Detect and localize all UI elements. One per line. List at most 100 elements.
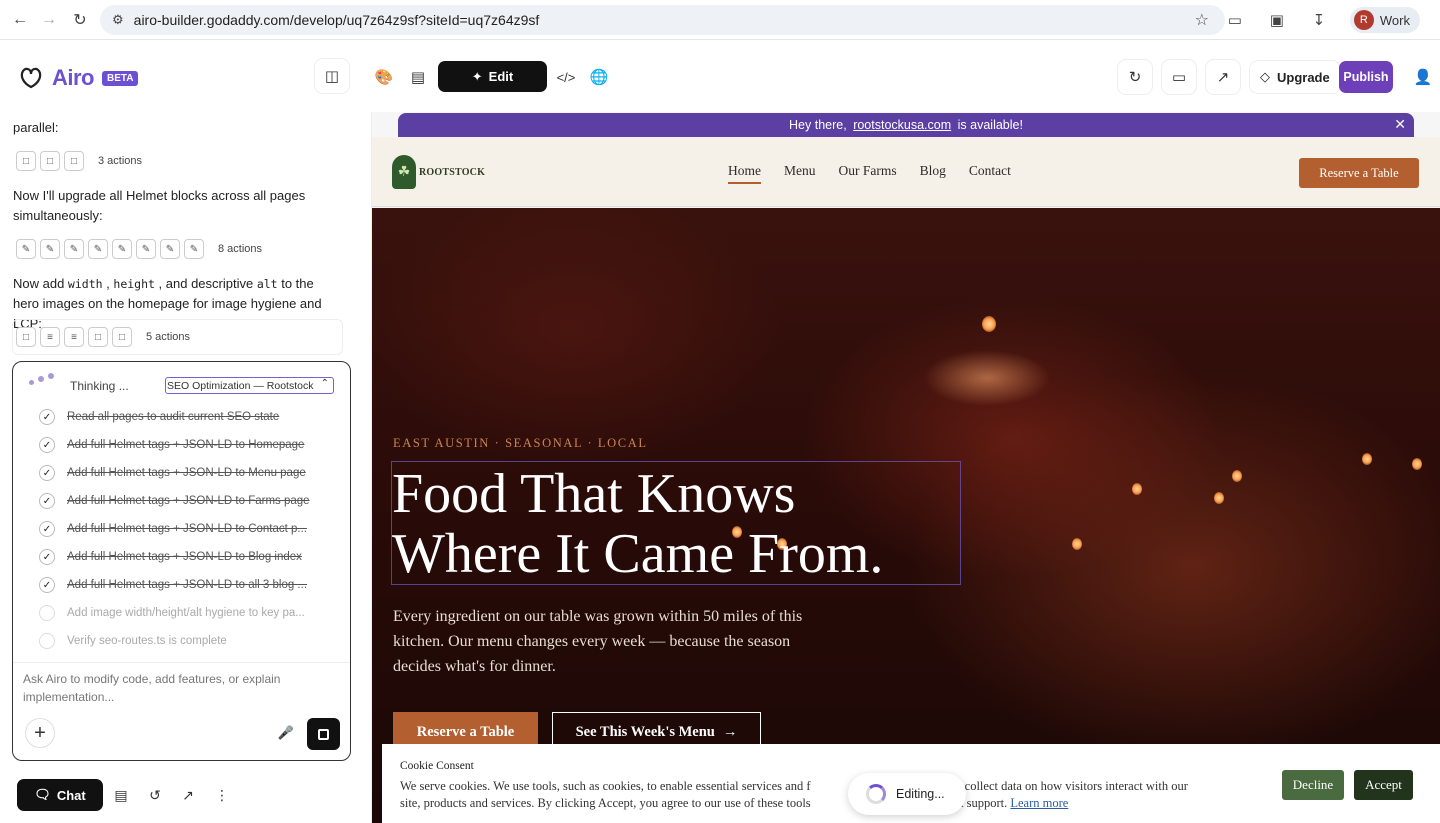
editing-status: Editing... bbox=[848, 773, 966, 815]
browser-toolbar: ← → ↻ ⚙ airo-builder.godaddy.com/develop… bbox=[0, 0, 1440, 40]
task-item: ✓ Add full Helmet tags + JSON-LD to Homep… bbox=[39, 437, 304, 453]
chat-icon: 🗨 bbox=[34, 787, 51, 802]
refresh-preview-icon[interactable]: ↻ bbox=[1118, 60, 1152, 94]
profile-label: Work bbox=[1379, 12, 1410, 28]
rootstock-logo[interactable]: ☘ ROOTSTOCK bbox=[392, 155, 485, 189]
hero-subtitle: Every ingredient on our table was grown … bbox=[393, 608, 803, 675]
hero-title[interactable]: Food That Knows Where It Came From. bbox=[392, 464, 883, 584]
file-icon: □ bbox=[64, 151, 84, 171]
check-icon: ✓ bbox=[39, 493, 55, 509]
publish-button[interactable]: Publish bbox=[1339, 61, 1393, 93]
analytics-icon[interactable]: ↗ bbox=[176, 783, 200, 807]
site-navbar: ☘ ROOTSTOCK Home Menu Our Farms Blog Con… bbox=[372, 137, 1440, 207]
pencil-icon: ✎ bbox=[40, 239, 60, 259]
check-icon: ✓ bbox=[39, 521, 55, 537]
action-group[interactable]: □ □ □ 3 actions bbox=[16, 151, 142, 171]
file-icon: □ bbox=[112, 327, 132, 347]
candle-glow bbox=[1232, 470, 1242, 482]
task-item: Verify seo-routes.ts is complete bbox=[39, 633, 227, 649]
pencil-icon: ✎ bbox=[136, 239, 156, 259]
sprout-icon: ☘ bbox=[392, 155, 416, 189]
action-count: 5 actions bbox=[146, 331, 191, 343]
decline-button[interactable]: Decline bbox=[1282, 770, 1344, 800]
action-group[interactable]: □ ≡ ≡ □ □ 5 actions bbox=[16, 327, 190, 347]
desktop-view-icon[interactable]: ▭ bbox=[1162, 60, 1196, 94]
brand-name: Airo bbox=[52, 65, 95, 90]
domain-link[interactable]: rootstockusa.com bbox=[853, 118, 951, 132]
check-icon: ✓ bbox=[39, 549, 55, 565]
action-group[interactable]: ✎ ✎ ✎ ✎ ✎ ✎ ✎ ✎ 8 actions bbox=[16, 239, 262, 259]
file-search-icon: ≡ bbox=[40, 327, 60, 347]
stop-button[interactable] bbox=[307, 718, 340, 750]
extensions-icon[interactable]: ▭ bbox=[1224, 11, 1246, 29]
pending-circle-icon bbox=[39, 605, 55, 621]
pending-circle-icon bbox=[39, 633, 55, 649]
download-icon[interactable]: ↧ bbox=[1308, 11, 1330, 29]
task-list-select[interactable]: SEO Optimization — Rootstock ⌃ bbox=[165, 377, 334, 394]
stop-icon bbox=[318, 728, 329, 740]
upgrade-button[interactable]: ◇ Upgrade bbox=[1250, 61, 1340, 93]
profile-chip[interactable]: R Work bbox=[1349, 7, 1420, 33]
accept-button[interactable]: Accept bbox=[1354, 770, 1413, 800]
file-icon: □ bbox=[16, 327, 36, 347]
microphone-icon[interactable]: 🎤 bbox=[275, 722, 297, 744]
cookie-text: We serve cookies. We use tools, such as … bbox=[400, 779, 1188, 810]
chat-panel: parallel: □ □ □ 3 actions Now I'll upgra… bbox=[0, 112, 370, 823]
thinking-label: Thinking ... bbox=[70, 379, 129, 393]
chat-tab[interactable]: 🗨 Chat bbox=[17, 779, 103, 811]
site-info-icon[interactable]: ⚙ bbox=[112, 12, 124, 28]
back-icon[interactable]: ← bbox=[5, 5, 35, 35]
chat-input[interactable]: Ask Airo to modify code, add features, o… bbox=[23, 670, 323, 706]
reserve-table-button[interactable]: Reserve a Table bbox=[1299, 158, 1419, 188]
bottom-toolbar: 🗨 Chat ▤ ↺ ↗ ⋮ bbox=[0, 776, 370, 823]
action-count: 3 actions bbox=[98, 155, 143, 167]
file-icon: □ bbox=[16, 151, 36, 171]
hero-eyebrow: EAST AUSTIN · SEASONAL · LOCAL bbox=[393, 436, 648, 450]
close-icon[interactable]: ✕ bbox=[1394, 116, 1406, 133]
globe-icon[interactable]: 🌐 bbox=[583, 61, 615, 93]
edit-button[interactable]: ✦ Edit bbox=[438, 61, 547, 92]
open-external-icon[interactable]: ↗ bbox=[1206, 60, 1240, 94]
site-nav-links: Home Menu Our Farms Blog Contact bbox=[728, 163, 1011, 184]
nav-link-home[interactable]: Home bbox=[728, 163, 761, 184]
task-item: ✓ Add full Helmet tags + JSON-LD to Menu … bbox=[39, 465, 306, 481]
spinner-icon bbox=[866, 784, 886, 804]
pencil-icon: ✎ bbox=[112, 239, 132, 259]
file-icon: □ bbox=[88, 327, 108, 347]
history-icon[interactable]: ↺ bbox=[143, 783, 167, 807]
magic-wand-icon: ✦ bbox=[471, 68, 483, 84]
file-search-icon: ≡ bbox=[64, 327, 84, 347]
task-item: Add image width/height/alt hygiene to ke… bbox=[39, 605, 305, 621]
check-icon: ✓ bbox=[39, 465, 55, 481]
screen-search-icon[interactable]: ▣ bbox=[1266, 11, 1288, 29]
layout-icon[interactable]: ▤ bbox=[402, 61, 434, 93]
diamond-icon: ◇ bbox=[1260, 69, 1270, 84]
palette-icon[interactable]: 🎨 bbox=[368, 61, 400, 93]
chevron-up-icon: ⌃ bbox=[320, 378, 329, 389]
more-icon[interactable]: ⋮ bbox=[210, 783, 234, 807]
image-icon[interactable]: ▤ bbox=[109, 783, 133, 807]
candle-glow bbox=[1362, 453, 1372, 465]
task-item: ✓ Add full Helmet tags + JSON-LD to Conta… bbox=[39, 521, 307, 537]
task-item: ✓ Add full Helmet tags + JSON-LD to all 3… bbox=[39, 577, 307, 593]
candle-glow bbox=[1214, 492, 1224, 504]
code-icon[interactable]: </> bbox=[550, 61, 582, 93]
nav-link-contact[interactable]: Contact bbox=[969, 163, 1011, 184]
domain-promo-banner: Hey there, rootstockusa.com is available… bbox=[398, 113, 1414, 137]
pencil-icon: ✎ bbox=[88, 239, 108, 259]
add-attachment-button[interactable]: + bbox=[25, 718, 55, 748]
toggle-sidebar-icon[interactable]: ◫ bbox=[315, 59, 349, 93]
account-icon[interactable]: 👤 bbox=[1406, 60, 1440, 94]
chat-message: Now I'll upgrade all Helmet blocks acros… bbox=[13, 188, 306, 223]
learn-more-link[interactable]: Learn more bbox=[1010, 796, 1068, 810]
nav-link-our-farms[interactable]: Our Farms bbox=[839, 163, 897, 184]
address-bar[interactable]: ⚙ airo-builder.godaddy.com/develop/uq7z6… bbox=[100, 5, 1225, 35]
forward-icon[interactable]: → bbox=[34, 5, 64, 35]
reload-icon[interactable]: ↻ bbox=[65, 5, 95, 35]
airo-logo[interactable]: Airo BETA bbox=[18, 65, 139, 91]
nav-link-blog[interactable]: Blog bbox=[920, 163, 946, 184]
candle-glow bbox=[1132, 483, 1142, 495]
nav-link-menu[interactable]: Menu bbox=[784, 163, 816, 184]
check-icon: ✓ bbox=[39, 437, 55, 453]
bookmark-star-icon[interactable]: ☆ bbox=[1195, 10, 1209, 30]
